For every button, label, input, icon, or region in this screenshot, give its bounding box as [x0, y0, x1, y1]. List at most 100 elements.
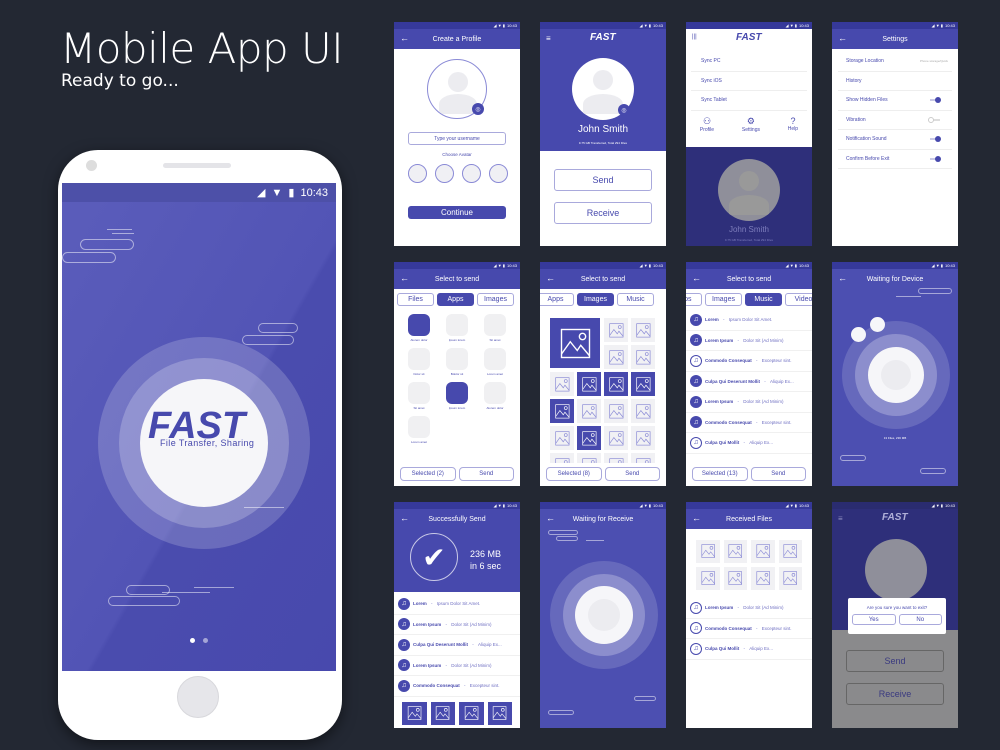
song-item[interactable]: ♫ Commodo Consequat - Excepteur sint.	[686, 351, 812, 372]
nearby-device-avatar[interactable]	[870, 317, 885, 332]
setting-history[interactable]: History	[838, 72, 952, 91]
back-arrow-icon[interactable]: ←	[546, 513, 555, 523]
image-thumb[interactable]	[550, 453, 574, 463]
app-item[interactable]: Alorem dolor	[400, 314, 438, 342]
camera-icon[interactable]: ◎	[618, 104, 630, 116]
received-image-thumb[interactable]	[751, 540, 775, 563]
username-input[interactable]: Type your username	[408, 132, 506, 145]
image-thumb[interactable]	[604, 399, 628, 423]
page-dot-active[interactable]	[190, 638, 195, 643]
image-thumb[interactable]	[631, 426, 655, 450]
toggle-on[interactable]	[930, 136, 941, 143]
received-image-thumb[interactable]	[723, 567, 747, 590]
received-image-thumb[interactable]	[778, 540, 802, 563]
app-item[interactable]: Sit amet	[476, 314, 514, 342]
hamburger-menu-icon[interactable]: ≡	[838, 514, 843, 523]
avatar-option[interactable]	[462, 164, 481, 183]
continue-button[interactable]: Continue	[408, 206, 506, 219]
nearby-device-avatar[interactable]	[851, 327, 866, 342]
toggle-on[interactable]	[930, 155, 941, 162]
app-item[interactable]: Lorem amet	[400, 416, 438, 444]
shortcut-settings[interactable]: ⚙ Settings	[742, 116, 760, 133]
image-thumb[interactable]	[550, 318, 600, 368]
tab-apps[interactable]: Apps	[686, 293, 702, 306]
toggle-off[interactable]	[928, 116, 940, 123]
menu-icon[interactable]: |||	[692, 34, 697, 40]
send-button[interactable]: Send	[604, 467, 660, 481]
tab-apps[interactable]: Apps	[437, 293, 474, 306]
image-thumb[interactable]	[604, 372, 628, 396]
selected-count-button[interactable]: Selected (13)	[692, 467, 748, 481]
home-button[interactable]	[177, 676, 219, 718]
back-arrow-icon[interactable]: ←	[838, 33, 847, 43]
song-item[interactable]: ♫ Commodo Consequat - Excepteur sint.	[686, 619, 812, 639]
image-thumb[interactable]	[577, 372, 601, 396]
avatar-option[interactable]	[435, 164, 454, 183]
song-item[interactable]: ♫ Lorem - Ipsum Dolor Sit Amet.	[394, 594, 520, 615]
song-item[interactable]: ♫ Lorem Ipsum - Dolor Sit (Ad Minim)	[686, 392, 812, 413]
shortcut-help[interactable]: ? Help	[788, 116, 798, 133]
song-item[interactable]: ♫ Commodo Consequat - Excepteur sint.	[394, 676, 520, 697]
app-item[interactable]: Lorem amet	[476, 348, 514, 376]
image-thumb[interactable]	[550, 372, 574, 396]
song-item[interactable]: ♫ Lorem Ipsum - Dolor Sit (Ad Minim)	[394, 656, 520, 676]
back-arrow-icon[interactable]: ←	[400, 273, 409, 283]
no-button[interactable]: No	[898, 614, 942, 625]
shortcut-profile[interactable]: ⚇ Profile	[700, 116, 714, 133]
app-item[interactable]: Dolor sit	[400, 348, 438, 376]
receive-button[interactable]: Receive	[554, 202, 652, 224]
app-item[interactable]: Sit amet	[400, 382, 438, 410]
avatar-option[interactable]	[408, 164, 427, 183]
avatar-option[interactable]	[489, 164, 508, 183]
send-button[interactable]: Send	[554, 169, 652, 191]
yes-button[interactable]: Yes	[852, 614, 896, 625]
tab-video[interactable]: Video	[785, 293, 812, 306]
send-button[interactable]: Send	[458, 467, 514, 481]
sent-image-thumb[interactable]	[487, 702, 512, 725]
toggle-on[interactable]	[930, 97, 941, 104]
song-item[interactable]: ♫ Lorem Ipsum - Dolor Sit (Ad Minim)	[686, 598, 812, 619]
image-thumb[interactable]	[604, 345, 628, 369]
back-arrow-icon[interactable]: ←	[838, 273, 847, 283]
tab-music[interactable]: Music	[745, 293, 782, 306]
app-item[interactable]: Bdolor sit	[438, 348, 476, 376]
tab-images[interactable]: Images	[705, 293, 742, 306]
song-item[interactable]: ♫ Culpa Qui Deserunt Mollit - Aliquip Ex.…	[686, 372, 812, 392]
back-arrow-icon[interactable]: ←	[400, 513, 409, 523]
setting-storage-location[interactable]: Storage Location Phone storage/Quick	[838, 52, 952, 72]
song-item[interactable]: ♫ Culpa Qui Mollit - Aliquip Ex...	[686, 639, 812, 660]
image-thumb[interactable]	[604, 453, 628, 463]
received-image-thumb[interactable]	[723, 540, 747, 563]
image-thumb[interactable]	[550, 399, 574, 423]
tab-music[interactable]: Music	[617, 293, 654, 306]
back-arrow-icon[interactable]: ←	[400, 33, 409, 43]
selected-count-button[interactable]: Selected (2)	[400, 467, 456, 481]
tab-files[interactable]: Files	[397, 293, 434, 306]
image-thumb[interactable]	[577, 453, 601, 463]
received-image-thumb[interactable]	[696, 540, 720, 563]
app-item[interactable]: Ipsum lorem	[438, 314, 476, 342]
received-image-thumb[interactable]	[778, 567, 802, 590]
image-thumb[interactable]	[631, 372, 655, 396]
image-thumb[interactable]	[550, 426, 574, 450]
song-item[interactable]: ♫ Lorem Ipsum - Dolor Sit (Ad Minim)	[394, 615, 520, 635]
back-arrow-icon[interactable]: ←	[692, 273, 701, 283]
hamburger-menu-icon[interactable]: ≡	[546, 34, 551, 43]
tab-images[interactable]: Images	[477, 293, 514, 306]
image-thumb[interactable]	[631, 399, 655, 423]
sent-image-thumb[interactable]	[459, 702, 484, 725]
song-item[interactable]: ♫ Commodo Consequat - Excepteur sint.	[686, 413, 812, 433]
image-thumb[interactable]	[631, 318, 655, 342]
menu-item-sync-tablet[interactable]: Sync Tablet	[691, 91, 807, 111]
image-thumb[interactable]	[577, 399, 601, 423]
song-item[interactable]: ♫ Culpa Qui Mollit - Aliquip Ex...	[686, 433, 812, 454]
menu-item-sync-pc[interactable]: Sync PC	[691, 52, 807, 72]
menu-item-sync-ios[interactable]: Sync iOS	[691, 72, 807, 91]
image-thumb[interactable]	[631, 453, 655, 463]
app-item[interactable]: Alorem dolor	[476, 382, 514, 410]
sent-image-thumb[interactable]	[430, 702, 455, 725]
app-item[interactable]: Ipsum lorem	[438, 382, 476, 410]
image-thumb[interactable]	[604, 426, 628, 450]
image-thumb[interactable]	[577, 426, 601, 450]
song-item[interactable]: ♫ Lorem Ipsum - Dolor Sit (Ad Minim)	[686, 331, 812, 351]
